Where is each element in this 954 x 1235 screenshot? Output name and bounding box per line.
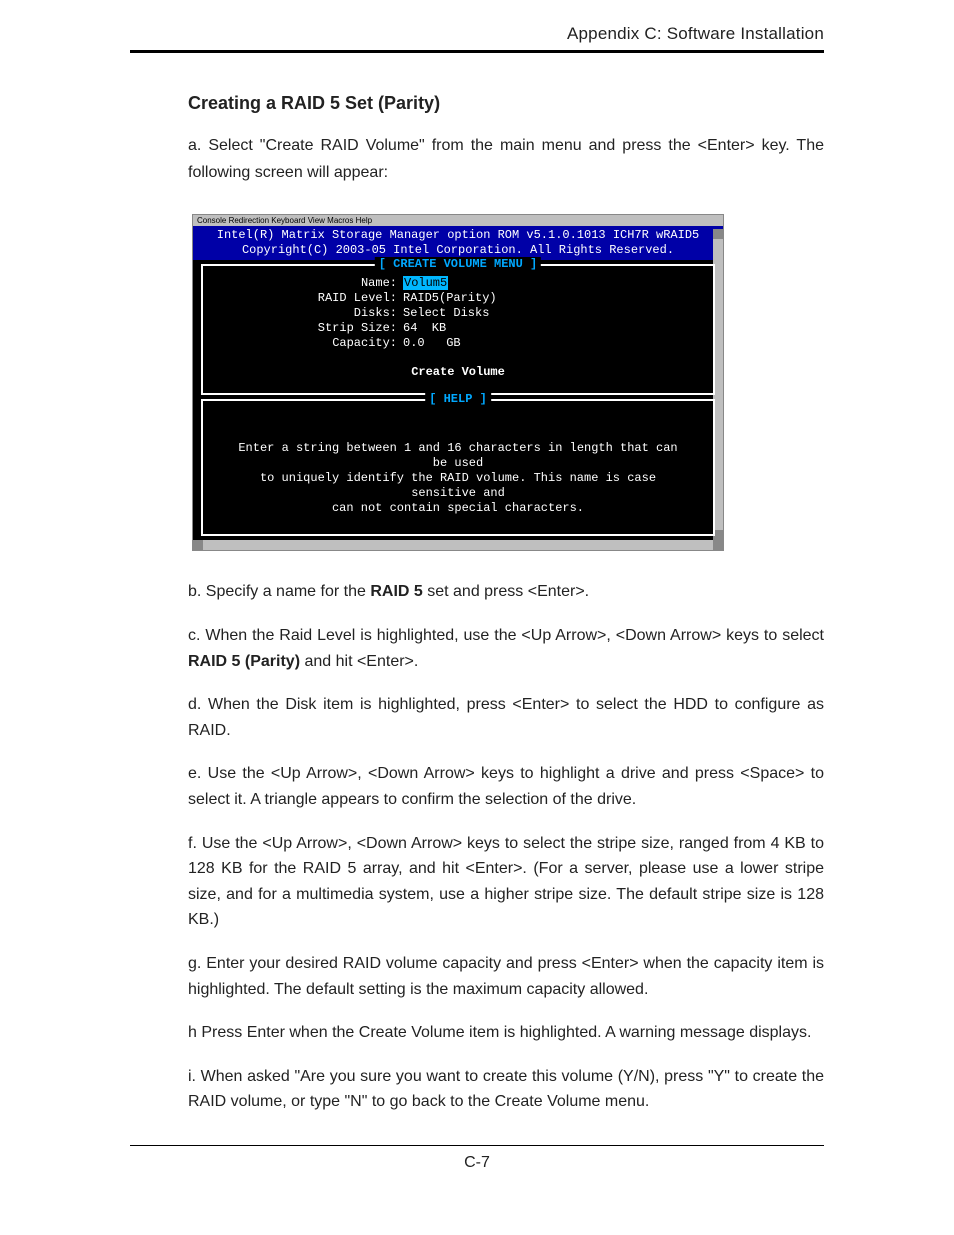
step-c: c. When the Raid Level is highlighted, u… <box>188 623 824 674</box>
scroll-arrow-right-icon <box>713 540 723 550</box>
header-rule <box>130 50 824 53</box>
create-volume-action: Create Volume <box>211 365 705 379</box>
step-c-pre: c. When the Raid Level is highlighted, u… <box>188 627 824 644</box>
banner-line-1: Intel(R) Matrix Storage Manager option R… <box>193 228 723 243</box>
field-raid-level-value: RAID5(Parity) <box>397 291 497 306</box>
step-d: d. When the Disk item is highlighted, pr… <box>188 692 824 743</box>
scrollbar-horizontal <box>193 540 723 550</box>
help-line-2: to uniquely identify the RAID volume. Th… <box>231 471 685 501</box>
intro-paragraph: a. Select "Create RAID Volume" from the … <box>188 132 824 186</box>
screenshot-banner: Intel(R) Matrix Storage Manager option R… <box>193 226 723 260</box>
step-h: h Press Enter when the Create Volume ite… <box>188 1020 824 1046</box>
step-f: f. Use the <Up Arrow>, <Down Arrow> keys… <box>188 831 824 933</box>
step-b-pre: b. Specify a name for the <box>188 583 370 600</box>
screenshot-menubar: Console Redirection Keyboard View Macros… <box>193 215 723 226</box>
field-name-label: Name: <box>301 276 397 291</box>
step-b-bold: RAID 5 <box>370 583 422 600</box>
field-capacity: Capacity: 0.0 GB <box>211 336 705 351</box>
field-disks-label: Disks: <box>301 306 397 321</box>
page-number: C-7 <box>130 1154 824 1172</box>
help-line-1: Enter a string between 1 and 16 characte… <box>231 441 685 471</box>
step-c-post: and hit <Enter>. <box>300 653 418 670</box>
step-b-post: set and press <Enter>. <box>423 583 589 600</box>
banner-line-2: Copyright(C) 2003-05 Intel Corporation. … <box>193 243 723 258</box>
create-volume-box: [ CREATE VOLUME MENU ] Name: Volum5 RAID… <box>201 264 715 395</box>
field-raid-level-label: RAID Level: <box>301 291 397 306</box>
field-disks-value: Select Disks <box>397 306 489 321</box>
create-volume-box-title: [ CREATE VOLUME MENU ] <box>375 257 541 271</box>
help-box: [ HELP ] Enter a string between 1 and 16… <box>201 399 715 536</box>
field-strip-value: 64 KB <box>397 321 446 336</box>
step-i: i. When asked "Are you sure you want to … <box>188 1064 824 1115</box>
field-name: Name: Volum5 <box>211 276 705 291</box>
step-c-bold: RAID 5 (Parity) <box>188 653 300 670</box>
section-title: Creating a RAID 5 Set (Parity) <box>188 93 824 114</box>
field-name-value: Volum5 <box>397 276 448 291</box>
field-strip-size: Strip Size: 64 KB <box>211 321 705 336</box>
field-disks: Disks: Select Disks <box>211 306 705 321</box>
running-header: Appendix C: Software Installation <box>130 24 824 44</box>
bios-screenshot: Console Redirection Keyboard View Macros… <box>192 214 724 551</box>
footer-rule <box>130 1145 824 1146</box>
field-capacity-label: Capacity: <box>301 336 397 351</box>
field-capacity-value: 0.0 GB <box>397 336 461 351</box>
step-g: g. Enter your desired RAID volume capaci… <box>188 951 824 1002</box>
help-line-3: can not contain special characters. <box>231 501 685 516</box>
field-raid-level: RAID Level: RAID5(Parity) <box>211 291 705 306</box>
scroll-arrow-left-icon <box>193 540 203 550</box>
step-e: e. Use the <Up Arrow>, <Down Arrow> keys… <box>188 761 824 812</box>
help-box-title: [ HELP ] <box>425 392 491 406</box>
field-strip-label: Strip Size: <box>301 321 397 336</box>
step-b: b. Specify a name for the RAID 5 set and… <box>188 579 824 605</box>
scroll-arrow-up-icon <box>713 229 723 239</box>
